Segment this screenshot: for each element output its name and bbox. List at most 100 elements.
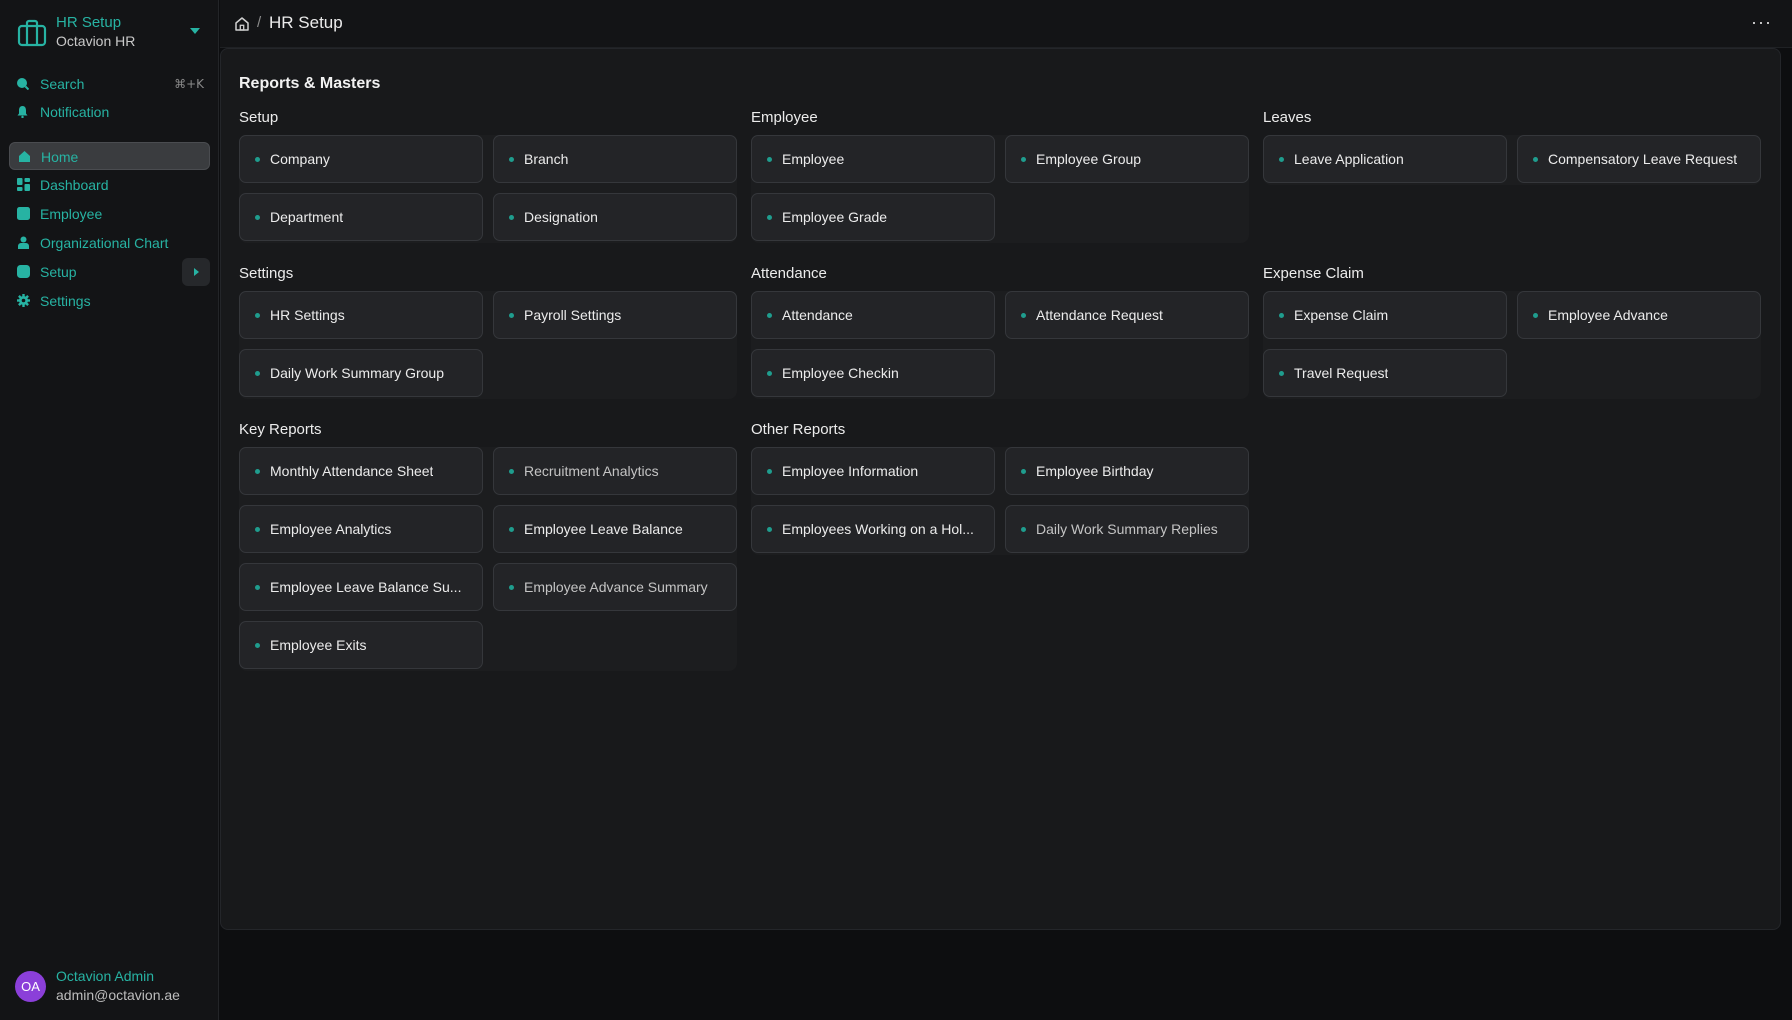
shortcut-card[interactable]: Employee Exits <box>239 621 483 669</box>
shortcut-label: Employee <box>782 151 845 167</box>
shortcut-card[interactable]: Employee Leave Balance Su... <box>239 563 483 611</box>
shortcut-label: Employee Analytics <box>270 521 392 537</box>
shortcut-card[interactable]: Employee Advance <box>1517 291 1761 339</box>
shortcut-card[interactable]: Daily Work Summary Group <box>239 349 483 397</box>
shortcut-card[interactable]: Leave Application <box>1263 135 1507 183</box>
shortcut-card[interactable]: Employee Checkin <box>751 349 995 397</box>
shortcut-label: Compensatory Leave Request <box>1548 151 1738 167</box>
workspace-subtitle: Octavion HR <box>56 33 136 49</box>
chevron-down-icon <box>190 28 200 34</box>
bullet-icon <box>509 157 514 162</box>
shortcut-card[interactable]: Attendance <box>751 291 995 339</box>
shortcut-label: Employee Leave Balance Su... <box>270 579 462 595</box>
user-menu[interactable]: OA Octavion Admin admin@octavion.ae <box>15 968 210 1008</box>
shortcut-card[interactable]: Employee Grade <box>751 193 995 241</box>
group-title: Setup <box>239 109 279 126</box>
bullet-icon <box>1533 313 1538 318</box>
shortcut-card[interactable]: Employee Birthday <box>1005 447 1249 495</box>
shortcut-card[interactable]: Daily Work Summary Replies <box>1005 505 1249 553</box>
group-body: Attendance Attendance Request Employee Che… <box>751 291 1249 399</box>
dashboard-icon <box>17 178 30 191</box>
sidebar-item-dashboard[interactable]: Dashboard <box>9 171 210 199</box>
sidebar-item-employee[interactable]: Employee <box>9 200 210 228</box>
shortcut-card[interactable]: Designation <box>493 193 737 241</box>
bullet-icon <box>1021 527 1026 532</box>
shortcut-card[interactable]: Employees Working on a Hol... <box>751 505 995 553</box>
bullet-icon <box>1279 157 1284 162</box>
shortcut-card[interactable]: Employee Group <box>1005 135 1249 183</box>
shortcut-card[interactable]: Recruitment Analytics <box>493 447 737 495</box>
sidebar-item-label: Settings <box>40 293 91 309</box>
group-body: Company Branch Department Designation <box>239 135 737 243</box>
bullet-icon <box>509 527 514 532</box>
group-body: HR Settings Payroll Settings Daily Work Su… <box>239 291 737 399</box>
shortcut-label: Employees Working on a Hol... <box>782 521 974 537</box>
sidebar-item-label: Employee <box>40 206 103 222</box>
search-button[interactable]: Search ⌘+K <box>14 73 204 95</box>
more-options-icon[interactable]: ··· <box>1751 12 1772 33</box>
shortcut-label: Leave Application <box>1294 151 1404 167</box>
shortcut-card[interactable]: Travel Request <box>1263 349 1507 397</box>
shortcut-label: Employee Grade <box>782 209 888 225</box>
briefcase-icon <box>17 19 47 47</box>
shortcut-label: Employee Birthday <box>1036 463 1154 479</box>
search-label: Search <box>40 76 85 92</box>
shortcut-card[interactable]: Company <box>239 135 483 183</box>
home-icon[interactable] <box>234 16 250 32</box>
sidebar-item-label: Setup <box>40 264 77 280</box>
shortcut-label: Employee Checkin <box>782 365 899 381</box>
shortcut-label: Employee Exits <box>270 637 367 653</box>
bullet-icon <box>255 527 260 532</box>
shortcut-label: Employee Leave Balance <box>524 521 683 537</box>
user-email: admin@octavion.ae <box>56 987 180 1003</box>
workspace-switcher[interactable]: HR Setup Octavion HR <box>14 12 206 54</box>
workspace-title: HR Setup <box>56 14 122 31</box>
shortcut-card[interactable]: Employee Advance Summary <box>493 563 737 611</box>
bullet-icon <box>767 371 772 376</box>
shortcut-card[interactable]: Payroll Settings <box>493 291 737 339</box>
shortcut-label: Expense Claim <box>1294 307 1389 323</box>
expand-setup-button[interactable] <box>182 258 210 286</box>
search-icon <box>17 78 29 90</box>
avatar: OA <box>15 971 46 1002</box>
bullet-icon <box>509 585 514 590</box>
shortcut-card[interactable]: Compensatory Leave Request <box>1517 135 1761 183</box>
group-body: Expense Claim Employee Advance Travel Requ… <box>1263 291 1761 399</box>
shortcut-card[interactable]: Employee Information <box>751 447 995 495</box>
sidebar-item-settings[interactable]: Settings <box>9 287 210 315</box>
bullet-icon <box>767 313 772 318</box>
bullet-icon <box>1021 469 1026 474</box>
shortcut-card[interactable]: Branch <box>493 135 737 183</box>
group-title: Leaves <box>1263 109 1312 126</box>
shortcut-card[interactable]: Department <box>239 193 483 241</box>
shortcut-card[interactable]: Employee <box>751 135 995 183</box>
group-title: Employee <box>751 109 818 126</box>
bell-icon <box>17 106 28 118</box>
shortcut-card[interactable]: Expense Claim <box>1263 291 1507 339</box>
bullet-icon <box>509 215 514 220</box>
group-title: Attendance <box>751 265 827 282</box>
shortcut-card[interactable]: Attendance Request <box>1005 291 1249 339</box>
shortcut-label: Employee Advance <box>1548 307 1668 323</box>
shortcut-label: Monthly Attendance Sheet <box>270 463 434 479</box>
bullet-icon <box>255 157 260 162</box>
sidebar-item-organizational-chart[interactable]: Organizational Chart <box>9 229 210 257</box>
sidebar-item-label: Dashboard <box>40 177 109 193</box>
shortcut-card[interactable]: HR Settings <box>239 291 483 339</box>
group-body: Monthly Attendance Sheet Recruitment Anal… <box>239 447 737 671</box>
bullet-icon <box>1021 157 1026 162</box>
shortcut-card[interactable]: Monthly Attendance Sheet <box>239 447 483 495</box>
shortcut-label: Daily Work Summary Group <box>270 365 445 381</box>
notification-button[interactable]: Notification <box>14 101 204 123</box>
shortcut-card[interactable]: Employee Analytics <box>239 505 483 553</box>
shortcut-label: Attendance <box>782 307 853 323</box>
shortcut-label: Department <box>270 209 344 225</box>
sidebar-item-home[interactable]: Home <box>9 142 210 170</box>
group-body: Leave Application Compensatory Leave Requ… <box>1263 135 1761 185</box>
group-body: Employee Employee Group Employee Grade <box>751 135 1249 243</box>
sidebar-item-setup[interactable]: Setup <box>9 258 210 286</box>
shortcut-card[interactable]: Employee Leave Balance <box>493 505 737 553</box>
group-title: Settings <box>239 265 294 282</box>
group-title: Key Reports <box>239 421 322 438</box>
shortcut-label: Company <box>270 151 330 167</box>
